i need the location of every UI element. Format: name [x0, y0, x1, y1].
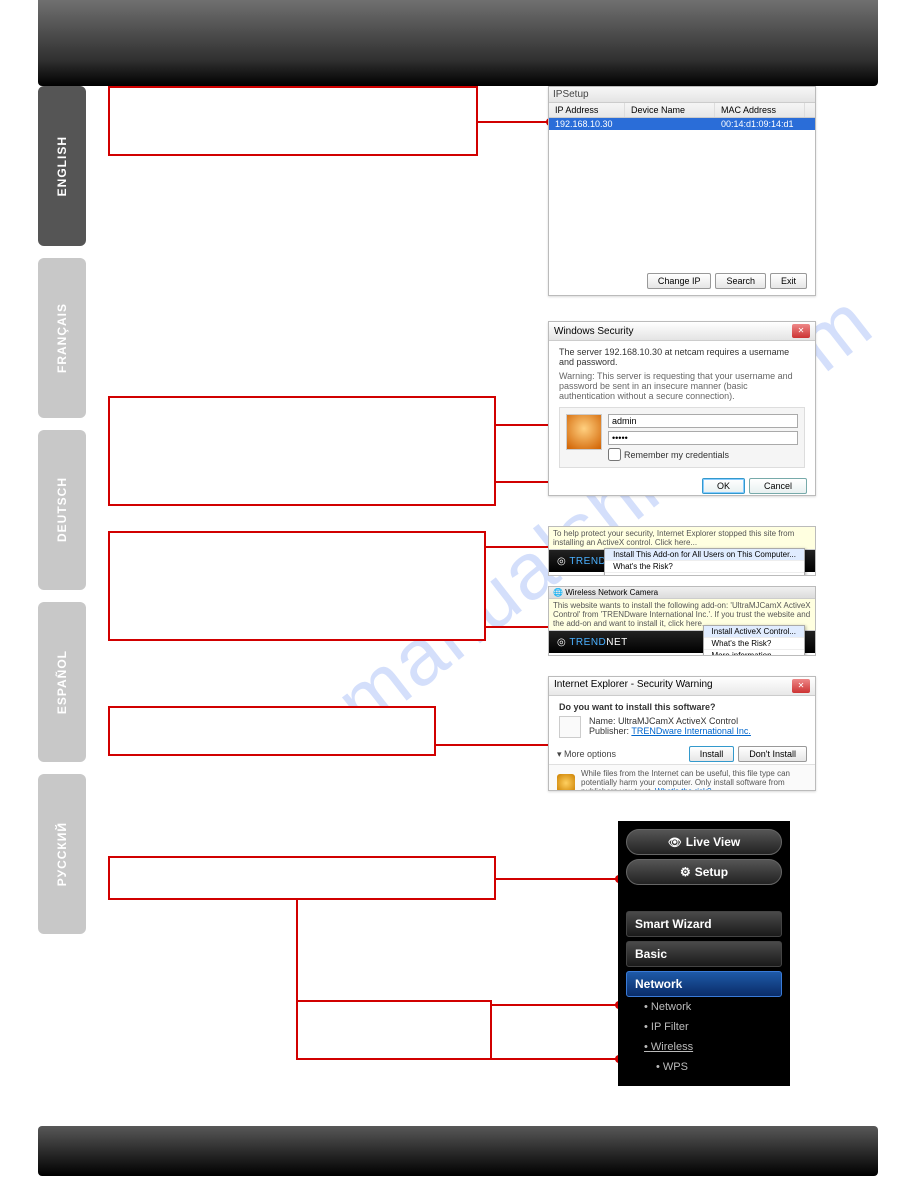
ie-security-warning: Internet Explorer - Security Warning ✕ D… [548, 676, 816, 791]
instruction-box-1 [108, 86, 478, 156]
instruction-box-4 [108, 706, 436, 756]
page-footer-bar [38, 1126, 878, 1176]
ie-infobar-2: 🌐 Wireless Network Camera This website w… [548, 586, 816, 656]
software-name: UltraMJCamX ActiveX Control [618, 716, 738, 726]
lang-tab-english[interactable]: ENGLISH [38, 86, 86, 246]
connector-line [478, 121, 550, 123]
remember-checkbox[interactable]: Remember my credentials [608, 448, 798, 461]
iew-question: Do you want to install this software? [559, 702, 805, 712]
infobar-text[interactable]: To help protect your security, Internet … [549, 527, 815, 550]
infobar-menu[interactable]: Install This Add-on for All Users on Thi… [604, 548, 805, 576]
lang-tab-espanol[interactable]: ESPAÑOL [38, 602, 86, 762]
ipsetup-title: IPSetup [549, 87, 815, 103]
network-sub-network[interactable]: • Network [626, 997, 782, 1017]
software-icon [559, 716, 581, 738]
setup-button[interactable]: ⚙Setup [626, 859, 782, 885]
ipsetup-column-headers: IP Address Device Name MAC Address [549, 103, 815, 118]
more-options[interactable]: ▾ More options [557, 749, 685, 760]
iew-title-bar: Internet Explorer - Security Warning ✕ [549, 677, 815, 696]
user-avatar-icon [566, 414, 602, 450]
infobar-menu[interactable]: Install ActiveX Control... What's the Ri… [703, 625, 805, 656]
shield-icon [557, 774, 575, 792]
ipsetup-window: IPSetup IP Address Device Name MAC Addre… [548, 86, 816, 296]
camera-menu-panel: Live View ⚙Setup Smart Wizard Basic Netw… [618, 821, 790, 1086]
connector-line [492, 1004, 619, 1006]
security-server-text: The server 192.168.10.30 at netcam requi… [559, 347, 805, 367]
security-warning-text: Warning: This server is requesting that … [559, 371, 805, 401]
password-field[interactable] [608, 431, 798, 445]
instruction-box-6 [296, 1000, 492, 1060]
instruction-box-5 [108, 856, 496, 900]
lang-tab-francais[interactable]: FRANÇAIS [38, 258, 86, 418]
search-button[interactable]: Search [715, 273, 766, 289]
windows-security-dialog: Windows Security ✕ The server 192.168.10… [548, 321, 816, 496]
network-sub-ipfilter[interactable]: • IP Filter [626, 1017, 782, 1037]
instruction-box-2 [108, 396, 496, 506]
dont-install-button[interactable]: Don't Install [738, 746, 807, 762]
exit-button[interactable]: Exit [770, 273, 807, 289]
lang-tab-deutsch[interactable]: DEUTSCH [38, 430, 86, 590]
connector-line [496, 878, 619, 880]
install-button[interactable]: Install [689, 746, 735, 762]
eye-icon [668, 835, 682, 849]
connector-line [296, 900, 298, 1000]
ok-button[interactable]: OK [702, 478, 745, 494]
network-sub-wireless[interactable]: • Wireless [626, 1037, 782, 1057]
ipsetup-selected-row[interactable]: 192.168.10.30 00:14:d1:09:14:d1 [549, 118, 815, 130]
network-sub-wps[interactable]: • WPS [626, 1057, 782, 1077]
publisher-link[interactable]: TRENDware International Inc. [631, 726, 751, 736]
whats-the-risk-link[interactable]: What's the risk? [655, 787, 712, 791]
page-header-bar [38, 0, 878, 86]
instruction-box-3 [108, 531, 486, 641]
trendnet-logo: ◎ TRENDNET [557, 637, 628, 648]
language-tabs: ENGLISH FRANÇAIS DEUTSCH ESPAÑOL РУССКИЙ [38, 86, 86, 946]
live-view-button[interactable]: Live View [626, 829, 782, 855]
smart-wizard-menu[interactable]: Smart Wizard [626, 911, 782, 937]
security-title-bar: Windows Security ✕ [549, 322, 815, 341]
change-ip-button[interactable]: Change IP [647, 273, 712, 289]
basic-menu[interactable]: Basic [626, 941, 782, 967]
close-icon[interactable]: ✕ [792, 679, 810, 693]
cancel-button[interactable]: Cancel [749, 478, 807, 494]
iew-footer: While files from the Internet can be use… [549, 764, 815, 791]
browser-tab[interactable]: 🌐 Wireless Network Camera [549, 587, 815, 599]
network-menu[interactable]: Network [626, 971, 782, 997]
connector-line [492, 1058, 619, 1060]
lang-tab-russian[interactable]: РУССКИЙ [38, 774, 86, 934]
username-field[interactable] [608, 414, 798, 428]
gear-icon: ⚙ [680, 865, 691, 879]
close-icon[interactable]: ✕ [792, 324, 810, 338]
ie-infobar-1: To help protect your security, Internet … [548, 526, 816, 576]
